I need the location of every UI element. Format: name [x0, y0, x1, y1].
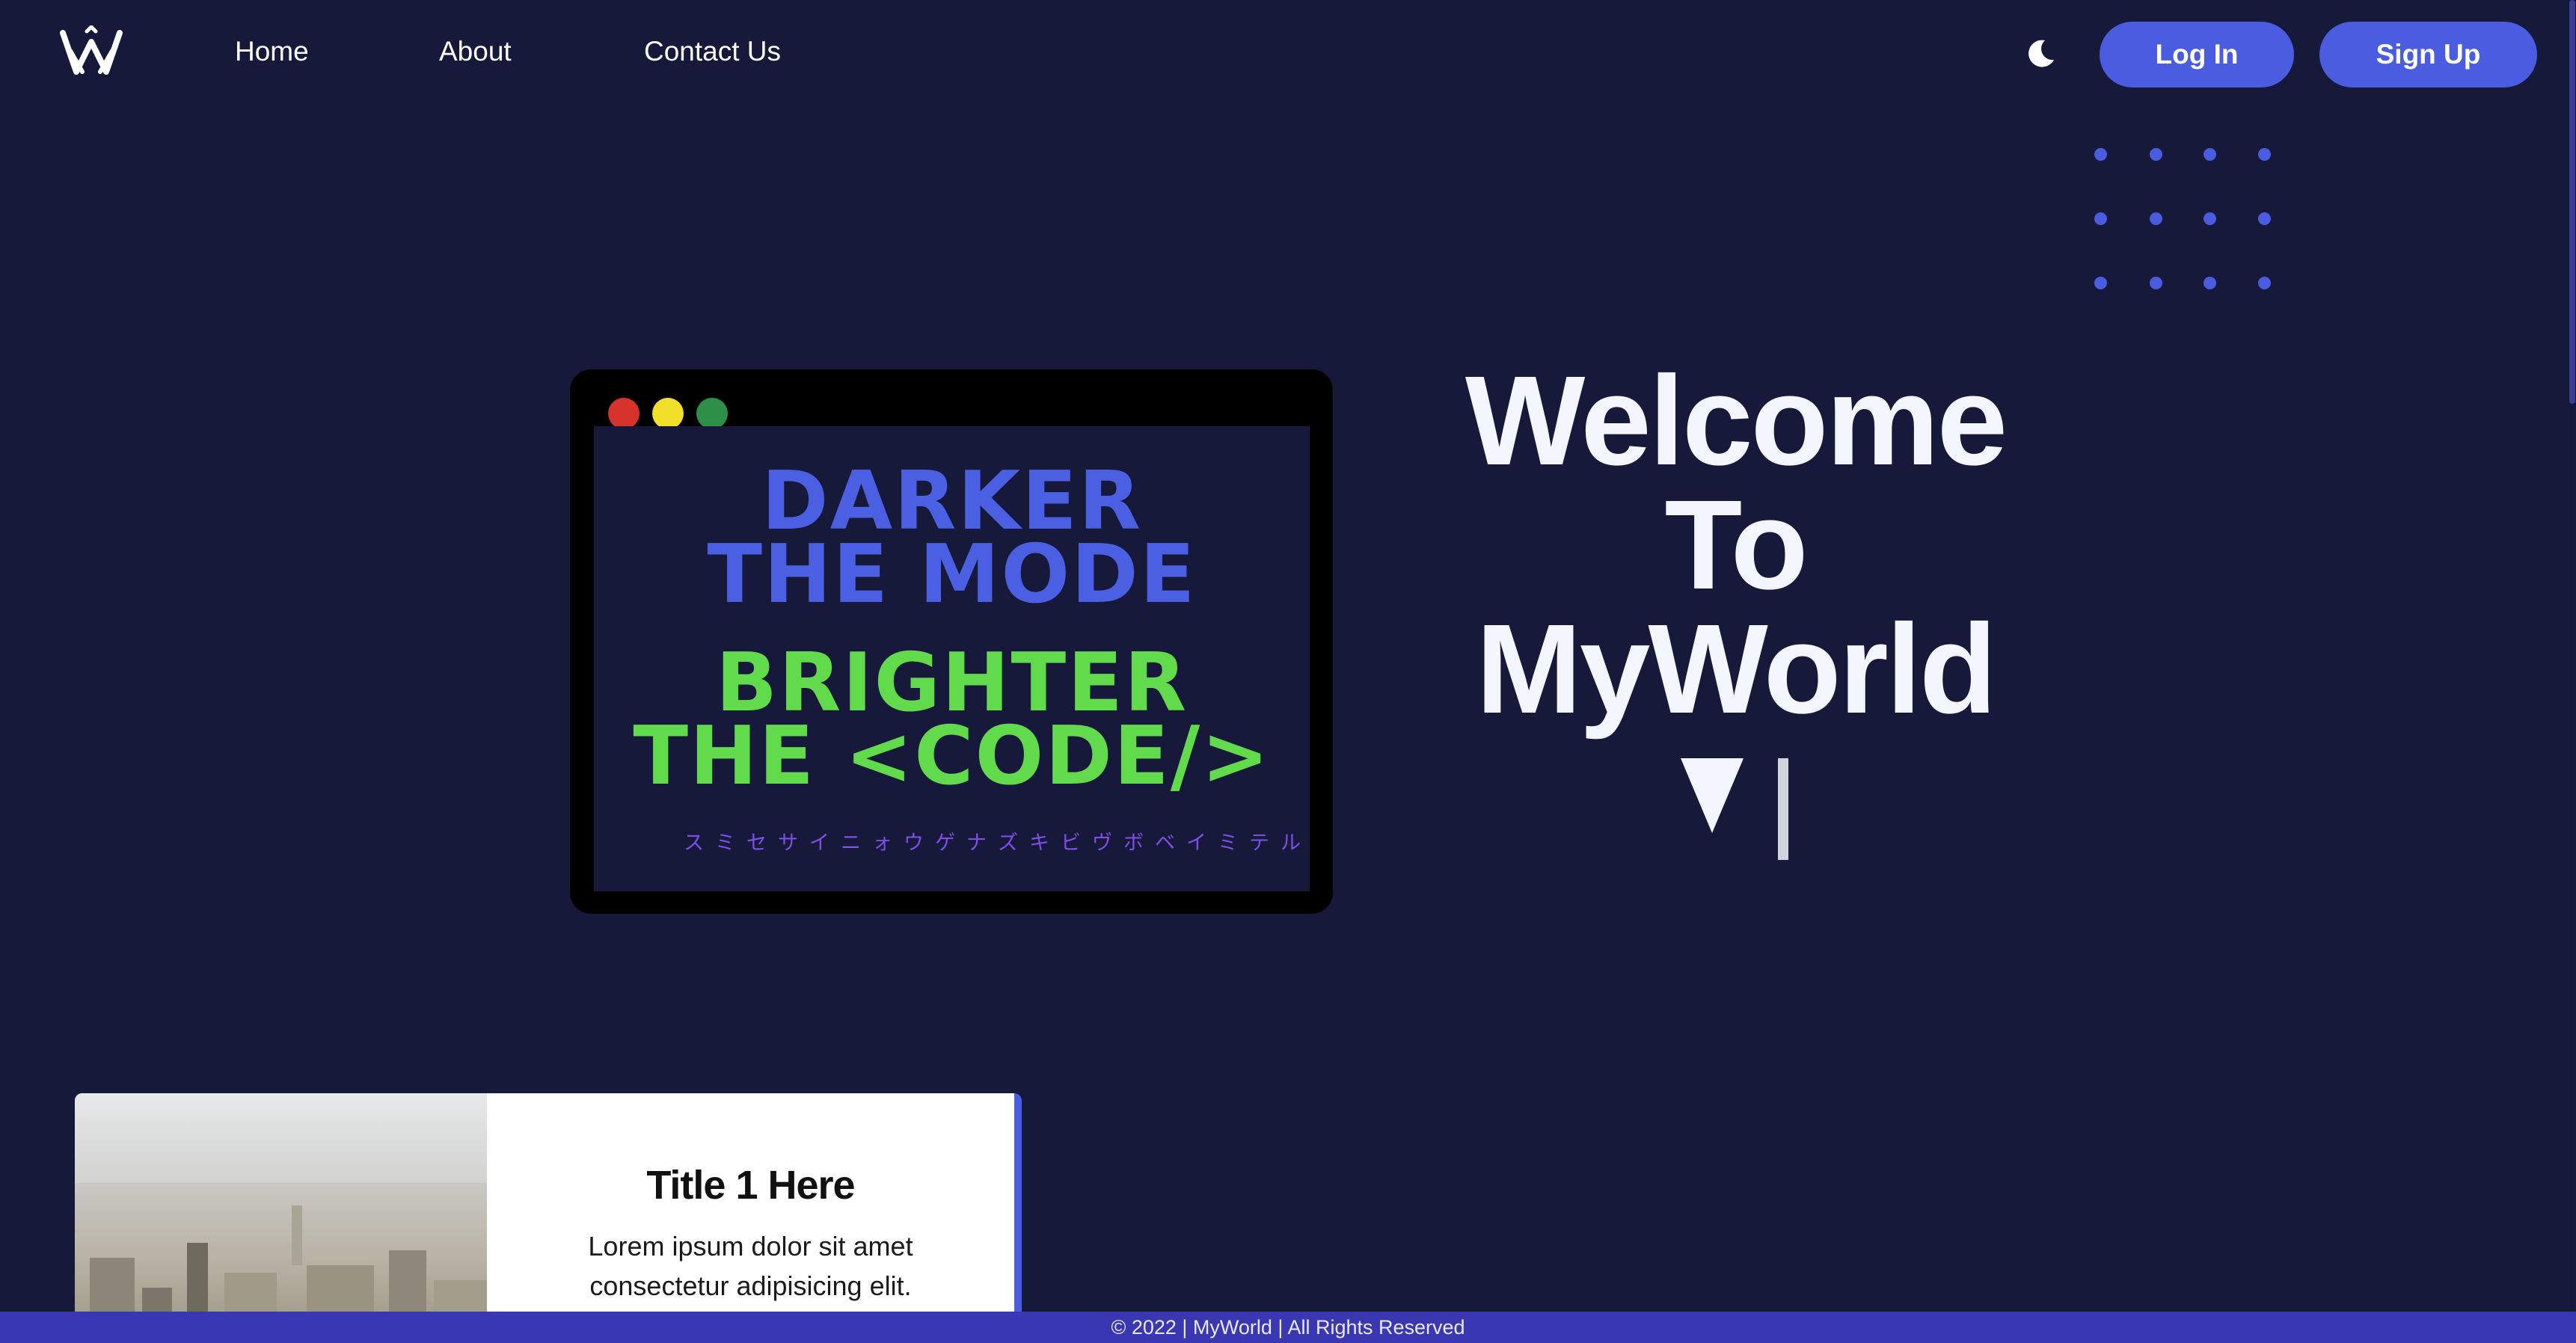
dot [2204, 212, 2216, 225]
dot [2094, 148, 2107, 161]
text-caret [1778, 758, 1788, 860]
dot [2204, 148, 2216, 161]
browser-window-illustration: DARKER THE MODE BRIGHTER THE <CODE/> スミセ… [570, 369, 1333, 914]
slogan-line-4: THE <CODE/> [633, 710, 1271, 803]
dot [2150, 148, 2162, 161]
city-skyline-image [75, 1093, 487, 1343]
window-minimize-dot [652, 398, 684, 429]
dot [2094, 212, 2107, 225]
dot [2258, 148, 2271, 161]
dot [2258, 212, 2271, 225]
footer-copyright: © 2022 | MyWorld | All Rights Reserved [1111, 1315, 1465, 1339]
nav-link-contact-us[interactable]: Contact Us [644, 36, 781, 67]
top-navbar: Home About Contact Us Log In Sign Up [0, 0, 2576, 109]
hero-heading: Welcome To MyWorld [1406, 350, 2064, 740]
window-screen: DARKER THE MODE BRIGHTER THE <CODE/> スミセ… [594, 426, 1310, 891]
moon-icon[interactable] [2024, 37, 2057, 70]
card-title: Title 1 Here [646, 1163, 855, 1208]
hero-line-to: To [1664, 474, 1808, 616]
hero-line-welcome: Welcome [1465, 350, 2008, 492]
footer: © 2022 | MyWorld | All Rights Reserved [0, 1312, 2576, 1343]
down-triangle-icon [1681, 758, 1744, 833]
window-maximize-dot [696, 398, 728, 429]
login-button[interactable]: Log In [2100, 22, 2294, 87]
dot [2204, 277, 2216, 289]
nav-link-about[interactable]: About [439, 36, 512, 67]
window-close-dot [608, 398, 640, 429]
scrollbar-thumb[interactable] [2569, 0, 2575, 404]
slogan-darker-the-mode: DARKER THE MODE [594, 461, 1310, 621]
sky-haze [75, 1093, 487, 1183]
content-card[interactable]: Title 1 Here Lorem ipsum dolor sit amet … [75, 1093, 1022, 1343]
building [292, 1205, 302, 1265]
dot [2150, 277, 2162, 289]
card-text: Lorem ipsum dolor sit amet consectetur a… [588, 1231, 913, 1301]
katakana-text: スミセサイニォウゲナズキビヴボベイミテル [684, 832, 1312, 854]
slogan-brighter-the-code: BRIGHTER THE <CODE/> [594, 643, 1310, 803]
card-body: Title 1 Here Lorem ipsum dolor sit amet … [487, 1093, 1014, 1343]
slogan-line-2: THE MODE [707, 528, 1197, 621]
typing-cursor [1681, 758, 1788, 860]
dot [2258, 277, 2271, 289]
page: Home About Contact Us Log In Sign Up DAR… [0, 0, 2576, 1343]
dot [2150, 212, 2162, 225]
decorative-dot-grid [2094, 148, 2281, 290]
crown-logo-icon[interactable] [57, 25, 126, 81]
signup-button[interactable]: Sign Up [2319, 22, 2537, 87]
nav-link-home[interactable]: Home [235, 36, 309, 67]
hero-line-myworld: MyWorld [1476, 598, 1997, 740]
dot [2094, 277, 2107, 289]
